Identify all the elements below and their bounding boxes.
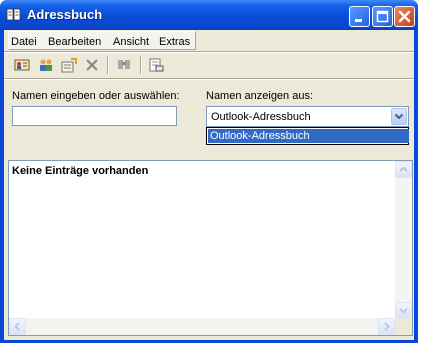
chevron-up-icon	[399, 166, 408, 172]
scroll-right-button[interactable]	[378, 318, 395, 335]
minimize-button[interactable]	[349, 6, 370, 27]
address-book-window: Adressbuch Datei Bearbeiten Ansicht Extr…	[0, 0, 418, 343]
scroll-down-button[interactable]	[395, 302, 412, 319]
new-group-icon[interactable]	[38, 57, 54, 73]
toolbar	[4, 52, 414, 78]
option-outlook-adressbuch[interactable]: Outlook-Adressbuch	[208, 129, 409, 143]
maximize-button[interactable]	[372, 6, 393, 27]
address-source-dropdown[interactable]: Outlook-Adressbuch	[206, 106, 409, 127]
search-input[interactable]	[12, 106, 177, 126]
menu-ansicht[interactable]: Ansicht	[113, 36, 149, 48]
delete-icon[interactable]	[84, 57, 100, 73]
empty-list-message: Keine Einträge vorhanden	[12, 165, 149, 177]
menu-extras[interactable]: Extras	[159, 36, 190, 48]
new-contact-icon[interactable]	[14, 57, 30, 73]
address-source-options: Outlook-Adressbuch	[206, 127, 409, 145]
toolbar-separator-2	[140, 56, 142, 74]
chevron-right-icon	[384, 322, 390, 331]
send-mail-icon[interactable]	[148, 57, 164, 73]
horizontal-scrollbar[interactable]	[9, 318, 395, 335]
menu-bar: Datei Bearbeiten Ansicht Extras	[4, 30, 414, 51]
address-book-icon	[6, 8, 21, 21]
menu-bearbeiten[interactable]: Bearbeiten	[48, 36, 101, 48]
menu-datei[interactable]: Datei	[11, 36, 37, 48]
dropdown-arrow-button[interactable]	[391, 108, 407, 125]
vertical-scrollbar[interactable]	[395, 161, 412, 319]
properties-icon[interactable]	[61, 57, 77, 73]
minimize-icon	[355, 19, 362, 22]
find-people-icon[interactable]	[116, 57, 132, 73]
window-client: Datei Bearbeiten Ansicht Extras Namen ei…	[4, 30, 414, 340]
scrollbar-corner	[395, 318, 412, 335]
chevron-down-icon	[394, 113, 404, 120]
chevron-left-icon	[14, 322, 20, 331]
menu-bar-inner: Datei Bearbeiten Ansicht Extras	[8, 31, 196, 50]
address-list[interactable]: Keine Einträge vorhanden	[8, 160, 413, 336]
close-icon	[398, 10, 411, 23]
window-title: Adressbuch	[27, 7, 103, 22]
chevron-down-icon	[399, 308, 408, 314]
address-source-value: Outlook-Adressbuch	[211, 111, 311, 123]
search-label: Namen eingeben oder auswählen:	[12, 90, 180, 102]
title-bar[interactable]: Adressbuch	[0, 0, 418, 30]
scroll-left-button[interactable]	[9, 318, 26, 335]
scroll-up-button[interactable]	[395, 161, 412, 178]
close-button[interactable]	[394, 6, 415, 27]
maximize-icon	[376, 10, 389, 23]
toolbar-separator-highlight	[4, 79, 414, 80]
source-label: Namen anzeigen aus:	[206, 90, 314, 102]
toolbar-separator	[107, 56, 109, 74]
